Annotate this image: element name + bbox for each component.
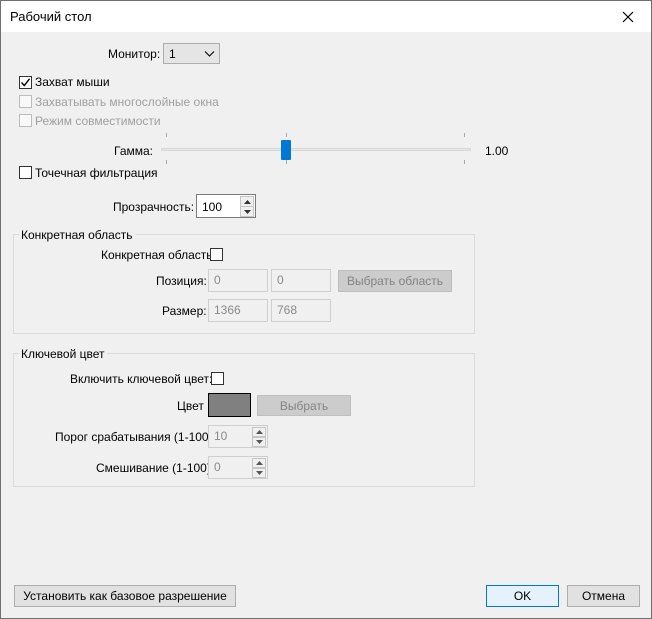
size-height-value: 768 xyxy=(277,303,298,317)
threshold-spin-down[interactable] xyxy=(252,437,266,447)
position-y-value: 0 xyxy=(277,273,284,287)
ok-button-label: OK xyxy=(513,589,532,603)
set-base-resolution-button[interactable]: Установить как базовое разрешение xyxy=(14,585,236,607)
capture-layered-checkbox[interactable] xyxy=(19,95,32,108)
position-x-input[interactable]: 0 xyxy=(208,269,268,292)
opacity-spin-down[interactable] xyxy=(240,206,254,217)
size-height-input[interactable]: 768 xyxy=(271,299,331,322)
chevron-down-icon xyxy=(204,51,215,57)
desktop-dialog: Рабочий стол Монитор: 1 Захват мыши Захв… xyxy=(0,0,652,619)
monitor-label: Монитор: xyxy=(108,47,161,61)
capture-mouse-checkbox[interactable] xyxy=(19,76,32,89)
gamma-slider[interactable] xyxy=(161,133,471,173)
opacity-input[interactable]: 100 xyxy=(196,194,256,218)
region-group-title: Конкретная область xyxy=(19,228,135,242)
region-enable-checkbox[interactable] xyxy=(210,248,223,261)
threshold-label: Порог срабатывания (1-100): xyxy=(55,430,216,444)
cancel-button-label: Отмена xyxy=(581,589,626,603)
compat-mode-label: Режим совместимости xyxy=(35,114,161,128)
checkmark-icon xyxy=(20,78,31,87)
colorkey-enable-checkbox[interactable] xyxy=(211,372,224,385)
size-width-value: 1366 xyxy=(214,303,241,317)
gamma-value: 1.00 xyxy=(485,144,509,158)
blend-spin-down[interactable] xyxy=(252,468,266,478)
threshold-spin-up[interactable] xyxy=(252,427,266,437)
compat-mode-checkbox[interactable] xyxy=(19,114,32,127)
select-region-button[interactable]: Выбрать область xyxy=(338,270,452,292)
opacity-label: Прозрачность: xyxy=(113,200,195,214)
spin-down-icon xyxy=(255,471,263,475)
color-swatch[interactable] xyxy=(208,393,251,417)
position-label: Позиция: xyxy=(156,274,207,288)
blend-value: 0 xyxy=(214,460,221,474)
spin-up-icon xyxy=(255,461,263,465)
select-region-button-label: Выбрать область xyxy=(346,274,444,288)
blend-input[interactable]: 0 xyxy=(208,456,268,479)
choose-color-button[interactable]: Выбрать xyxy=(257,395,351,416)
color-label: Цвет xyxy=(177,399,204,413)
position-x-value: 0 xyxy=(214,273,221,287)
colorkey-group-title: Ключевой цвет xyxy=(19,347,107,361)
gamma-slider-thumb[interactable] xyxy=(281,140,291,160)
size-width-input[interactable]: 1366 xyxy=(208,299,268,322)
monitor-select[interactable]: 1 xyxy=(163,43,220,64)
ok-button[interactable]: OK xyxy=(486,585,559,607)
colorkey-enable-label: Включить ключевой цвет: xyxy=(70,372,213,386)
threshold-value: 10 xyxy=(214,429,228,443)
spin-down-icon xyxy=(243,209,251,214)
blend-spin-up[interactable] xyxy=(252,458,266,468)
capture-mouse-label: Захват мыши xyxy=(35,75,110,89)
capture-layered-label: Захватывать многослойные окна xyxy=(35,95,219,109)
window-title: Рабочий стол xyxy=(10,9,92,24)
close-button[interactable] xyxy=(605,1,651,32)
close-icon xyxy=(622,11,634,22)
size-label: Размер: xyxy=(162,304,207,318)
region-enable-label: Конкретная область xyxy=(101,248,213,262)
point-filter-label: Точечная фильтрация xyxy=(35,166,158,180)
choose-color-button-label: Выбрать xyxy=(279,398,329,413)
position-y-input[interactable]: 0 xyxy=(271,269,331,292)
threshold-input[interactable]: 10 xyxy=(208,425,268,448)
gamma-label: Гамма: xyxy=(114,144,154,158)
point-filter-checkbox[interactable] xyxy=(19,166,32,179)
set-base-resolution-label: Установить как базовое разрешение xyxy=(23,589,227,603)
spin-up-icon xyxy=(255,430,263,434)
monitor-value: 1 xyxy=(169,47,176,61)
opacity-value: 100 xyxy=(202,200,223,214)
title-bar: Рабочий стол xyxy=(1,1,651,32)
blend-label: Смешивание (1-100): xyxy=(96,461,215,475)
spin-up-icon xyxy=(243,199,251,204)
spin-down-icon xyxy=(255,440,263,444)
cancel-button[interactable]: Отмена xyxy=(567,585,640,607)
